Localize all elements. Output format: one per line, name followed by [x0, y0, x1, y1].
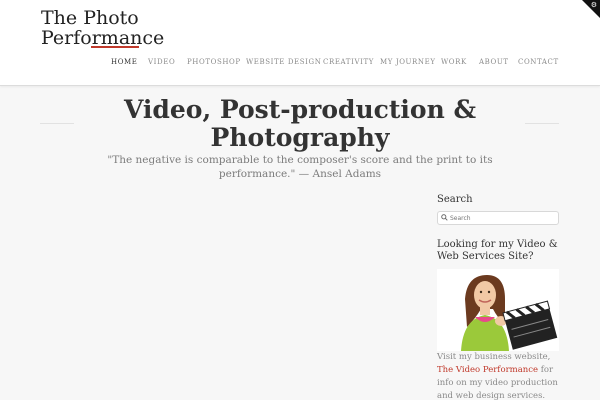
page-title: Video, Post-production & Photography [123, 95, 477, 152]
sidebar: Search Looking for my Video & Web Servic… [437, 194, 559, 400]
hero-quote: "The negative is comparable to the compo… [107, 154, 493, 180]
promo-widget: Looking for my Video & Web Services Site… [437, 239, 559, 400]
promo-photo [437, 269, 559, 351]
nav-item-creativity[interactable]: CREATIVITY [323, 58, 374, 66]
nav-item-about[interactable]: ABOUT [479, 58, 509, 66]
promo-link[interactable]: The Video Performance [437, 365, 538, 375]
nav-item-contact[interactable]: CONTACT [518, 58, 559, 66]
search-icon [441, 214, 448, 221]
promo-widget-title: Looking for my Video & Web Services Site… [437, 239, 558, 262]
logo-line-2: Performance [41, 27, 165, 49]
promo-text: Visit my business website, The Video Per… [437, 351, 559, 400]
hero-rule-left [40, 123, 74, 124]
gear-icon[interactable]: ⚙ [591, 1, 597, 9]
main-nav: HOME VIDEO PHOTOSHOP WEBSITE DESIGN CREA… [0, 58, 600, 72]
search-widget: Search [437, 194, 559, 225]
logo-underline [91, 46, 139, 48]
promo-image [437, 269, 559, 351]
search-box[interactable] [437, 211, 559, 225]
logo-line-1: The Photo [41, 7, 139, 29]
search-input[interactable] [450, 213, 556, 223]
nav-item-video[interactable]: VIDEO [148, 58, 175, 66]
site-header: The Photo Performance HOME VIDEO PHOTOSH… [0, 0, 600, 86]
nav-item-home[interactable]: HOME [111, 58, 138, 66]
hero-rule-right [525, 123, 559, 124]
nav-item-my-journey[interactable]: MY JOURNEY [380, 58, 436, 66]
nav-item-photoshop[interactable]: PHOTOSHOP [187, 58, 241, 66]
search-widget-title: Search [437, 194, 473, 205]
site-logo[interactable]: The Photo Performance [41, 8, 164, 48]
nav-item-website-design[interactable]: WEBSITE DESIGN [246, 58, 321, 66]
nav-item-work[interactable]: WORK [441, 58, 467, 66]
promo-text-before: Visit my business website, [437, 352, 551, 362]
